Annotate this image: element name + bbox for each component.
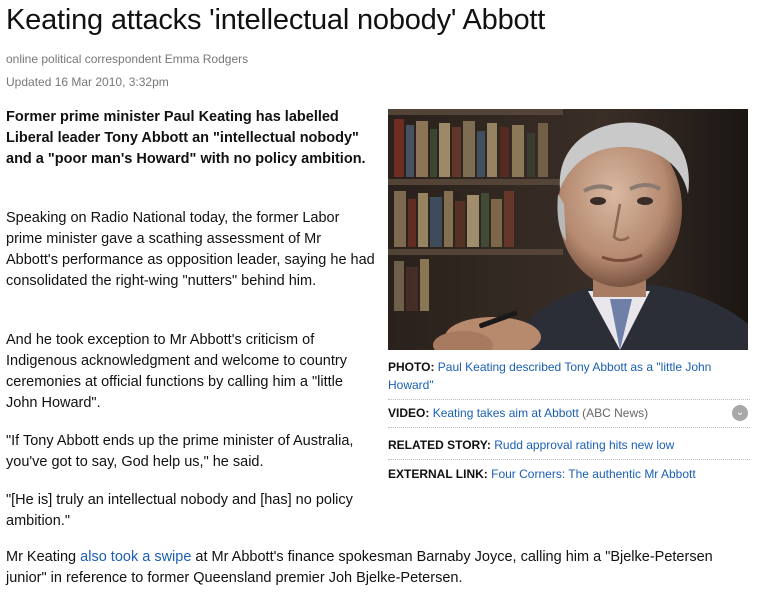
external-link-label: EXTERNAL LINK:: [388, 467, 488, 481]
video-label: VIDEO:: [388, 406, 430, 420]
video-item: VIDEO: Keating takes aim at Abbott (ABC …: [388, 404, 750, 428]
external-link[interactable]: Four Corners: The authentic Mr Abbott: [491, 467, 696, 481]
related-story-label: RELATED STORY:: [388, 438, 491, 452]
article-lead: Former prime minister Paul Keating has l…: [6, 109, 366, 167]
keating-portrait-image: [388, 109, 748, 350]
article-headline: Keating attacks 'intellectual nobody' Ab…: [6, 4, 546, 36]
related-story-item: RELATED STORY: Rudd approval rating hits…: [388, 436, 750, 460]
photo-caption: PHOTO: Paul Keating described Tony Abbot…: [388, 358, 750, 400]
video-source: (ABC News): [582, 406, 649, 420]
chevron-down-icon[interactable]: ⌄: [732, 405, 748, 421]
also-took-a-swipe-link[interactable]: also took a swipe: [80, 549, 191, 565]
article-photo[interactable]: [388, 109, 748, 350]
related-story-link[interactable]: Rudd approval rating hits new low: [494, 438, 674, 452]
photo-label: PHOTO:: [388, 360, 435, 374]
photo-caption-link[interactable]: Paul Keating described Tony Abbott as a …: [388, 360, 711, 392]
article-paragraph: "[He is] truly an intellectual nobody an…: [6, 492, 353, 529]
article-paragraph-with-link: Mr Keating also took a swipe at Mr Abbot…: [6, 547, 751, 589]
article-updated-timestamp: Updated 16 Mar 2010, 3:32pm: [6, 75, 169, 89]
video-link[interactable]: Keating takes aim at Abbott: [433, 406, 579, 420]
article-byline: online political correspondent Emma Rodg…: [6, 52, 249, 66]
article-page: Keating attacks 'intellectual nobody' Ab…: [0, 0, 758, 599]
article-paragraph: And he took exception to Mr Abbott's cri…: [6, 332, 347, 411]
external-link-item: EXTERNAL LINK: Four Corners: The authent…: [388, 465, 750, 483]
article-paragraph: "If Tony Abbott ends up the prime minist…: [6, 433, 354, 470]
article-paragraph: Speaking on Radio National today, the fo…: [6, 210, 375, 289]
paragraph-text-before: Mr Keating: [6, 549, 81, 565]
